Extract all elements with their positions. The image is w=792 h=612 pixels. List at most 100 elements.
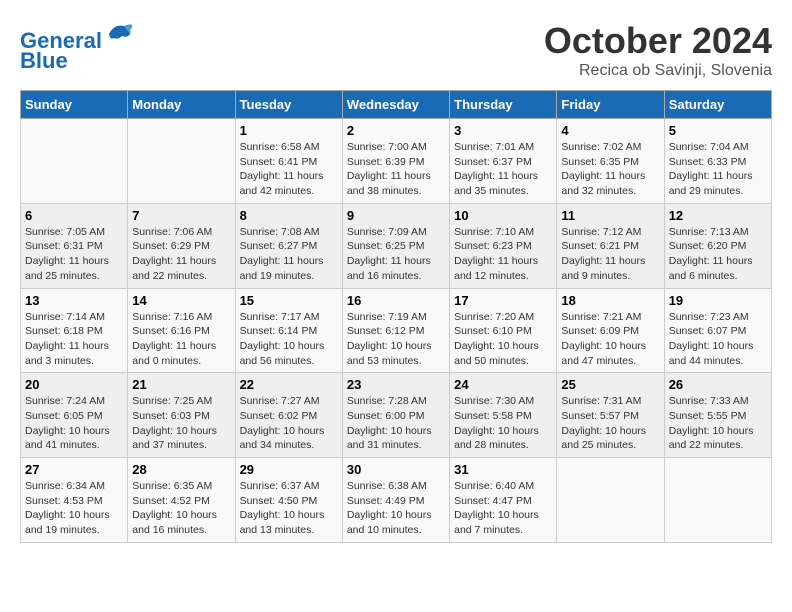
day-cell-10: 10 Sunrise: 7:10 AMSunset: 6:23 PMDayligh… xyxy=(450,203,557,288)
week-row-4: 20 Sunrise: 7:24 AMSunset: 6:05 PMDayligh… xyxy=(21,373,772,458)
day-number: 4 xyxy=(561,123,659,138)
logo-text: General Blue xyxy=(20,20,134,73)
weekday-header-saturday: Saturday xyxy=(664,91,771,119)
day-cell-27: 27Sunrise: 6:34 AMSunset: 4:53 PMDayligh… xyxy=(21,458,128,543)
empty-cell xyxy=(128,119,235,204)
logo: General Blue xyxy=(20,20,134,73)
day-number: 20 xyxy=(25,377,123,392)
day-info: Sunrise: 7:20 AMSunset: 6:10 PMDaylight:… xyxy=(454,310,552,369)
day-cell-30: 30 Sunrise: 6:38 AMSunset: 4:49 PMDayligh… xyxy=(342,458,449,543)
day-info: Sunrise: 7:17 AMSunset: 6:14 PMDaylight:… xyxy=(240,310,338,369)
day-number: 3 xyxy=(454,123,552,138)
day-cell-28: 28Sunrise: 6:35 AMSunset: 4:52 PMDayligh… xyxy=(128,458,235,543)
day-info: Sunrise: 7:12 AMSunset: 6:21 PMDaylight:… xyxy=(561,225,659,284)
day-cell-1: 1 Sunrise: 6:58 AMSunset: 6:41 PMDaylight… xyxy=(235,119,342,204)
weekday-header-monday: Monday xyxy=(128,91,235,119)
day-number: 11 xyxy=(561,208,659,223)
day-info: Sunrise: 7:31 AMSunset: 5:57 PMDaylight:… xyxy=(561,394,659,453)
day-number: 6 xyxy=(25,208,123,223)
day-info: Sunrise: 7:28 AMSunset: 6:00 PMDaylight:… xyxy=(347,394,445,453)
day-info: Sunrise: 6:58 AMSunset: 6:41 PMDaylight:… xyxy=(240,140,338,199)
day-cell-23: 23 Sunrise: 7:28 AMSunset: 6:00 PMDayligh… xyxy=(342,373,449,458)
day-number: 25 xyxy=(561,377,659,392)
day-number: 18 xyxy=(561,293,659,308)
day-cell-17: 17 Sunrise: 7:20 AMSunset: 6:10 PMDayligh… xyxy=(450,288,557,373)
day-number: 26 xyxy=(669,377,767,392)
day-info: Sunrise: 7:21 AMSunset: 6:09 PMDaylight:… xyxy=(561,310,659,369)
weekday-header-wednesday: Wednesday xyxy=(342,91,449,119)
day-info: Sunrise: 7:04 AMSunset: 6:33 PMDaylight:… xyxy=(669,140,767,199)
day-number: 24 xyxy=(454,377,552,392)
empty-cell xyxy=(21,119,128,204)
month-title: October 2024 xyxy=(544,20,772,62)
day-cell-20: 20 Sunrise: 7:24 AMSunset: 6:05 PMDayligh… xyxy=(21,373,128,458)
day-cell-13: 13Sunrise: 7:14 AMSunset: 6:18 PMDayligh… xyxy=(21,288,128,373)
day-cell-14: 14Sunrise: 7:16 AMSunset: 6:16 PMDayligh… xyxy=(128,288,235,373)
day-cell-12: 12Sunrise: 7:13 AMSunset: 6:20 PMDayligh… xyxy=(664,203,771,288)
day-info: Sunrise: 7:33 AMSunset: 5:55 PMDaylight:… xyxy=(669,394,767,453)
empty-cell xyxy=(557,458,664,543)
location-title: Recica ob Savinji, Slovenia xyxy=(544,62,772,80)
day-cell-7: 7Sunrise: 7:06 AMSunset: 6:29 PMDaylight… xyxy=(128,203,235,288)
title-block: October 2024 Recica ob Savinji, Slovenia xyxy=(544,20,772,80)
weekday-header-row: SundayMondayTuesdayWednesdayThursdayFrid… xyxy=(21,91,772,119)
day-info: Sunrise: 6:37 AMSunset: 4:50 PMDaylight:… xyxy=(240,479,338,538)
day-cell-15: 15Sunrise: 7:17 AMSunset: 6:14 PMDayligh… xyxy=(235,288,342,373)
week-row-5: 27Sunrise: 6:34 AMSunset: 4:53 PMDayligh… xyxy=(21,458,772,543)
day-cell-3: 3 Sunrise: 7:01 AMSunset: 6:37 PMDaylight… xyxy=(450,119,557,204)
day-cell-29: 29 Sunrise: 6:37 AMSunset: 4:50 PMDayligh… xyxy=(235,458,342,543)
day-info: Sunrise: 7:02 AMSunset: 6:35 PMDaylight:… xyxy=(561,140,659,199)
day-cell-2: 2 Sunrise: 7:00 AMSunset: 6:39 PMDaylight… xyxy=(342,119,449,204)
weekday-header-friday: Friday xyxy=(557,91,664,119)
day-number: 5 xyxy=(669,123,767,138)
week-row-1: 1 Sunrise: 6:58 AMSunset: 6:41 PMDaylight… xyxy=(21,119,772,204)
day-number: 13 xyxy=(25,293,123,308)
day-cell-4: 4 Sunrise: 7:02 AMSunset: 6:35 PMDaylight… xyxy=(557,119,664,204)
day-number: 29 xyxy=(240,462,338,477)
day-number: 30 xyxy=(347,462,445,477)
day-cell-19: 19 Sunrise: 7:23 AMSunset: 6:07 PMDayligh… xyxy=(664,288,771,373)
day-number: 22 xyxy=(240,377,338,392)
day-info: Sunrise: 7:10 AMSunset: 6:23 PMDaylight:… xyxy=(454,225,552,284)
day-info: Sunrise: 7:24 AMSunset: 6:05 PMDaylight:… xyxy=(25,394,123,453)
day-cell-25: 25 Sunrise: 7:31 AMSunset: 5:57 PMDayligh… xyxy=(557,373,664,458)
day-info: Sunrise: 7:25 AMSunset: 6:03 PMDaylight:… xyxy=(132,394,230,453)
day-info: Sunrise: 7:23 AMSunset: 6:07 PMDaylight:… xyxy=(669,310,767,369)
day-number: 19 xyxy=(669,293,767,308)
day-cell-16: 16 Sunrise: 7:19 AMSunset: 6:12 PMDayligh… xyxy=(342,288,449,373)
day-cell-9: 9 Sunrise: 7:09 AMSunset: 6:25 PMDaylight… xyxy=(342,203,449,288)
day-cell-21: 21Sunrise: 7:25 AMSunset: 6:03 PMDayligh… xyxy=(128,373,235,458)
day-number: 16 xyxy=(347,293,445,308)
day-info: Sunrise: 6:40 AMSunset: 4:47 PMDaylight:… xyxy=(454,479,552,538)
day-cell-31: 31Sunrise: 6:40 AMSunset: 4:47 PMDayligh… xyxy=(450,458,557,543)
day-cell-24: 24Sunrise: 7:30 AMSunset: 5:58 PMDayligh… xyxy=(450,373,557,458)
day-info: Sunrise: 7:16 AMSunset: 6:16 PMDaylight:… xyxy=(132,310,230,369)
week-row-3: 13Sunrise: 7:14 AMSunset: 6:18 PMDayligh… xyxy=(21,288,772,373)
day-cell-5: 5 Sunrise: 7:04 AMSunset: 6:33 PMDaylight… xyxy=(664,119,771,204)
day-number: 9 xyxy=(347,208,445,223)
day-cell-22: 22Sunrise: 7:27 AMSunset: 6:02 PMDayligh… xyxy=(235,373,342,458)
calendar-table: SundayMondayTuesdayWednesdayThursdayFrid… xyxy=(20,90,772,543)
day-number: 17 xyxy=(454,293,552,308)
weekday-header-thursday: Thursday xyxy=(450,91,557,119)
weekday-header-tuesday: Tuesday xyxy=(235,91,342,119)
day-info: Sunrise: 7:01 AMSunset: 6:37 PMDaylight:… xyxy=(454,140,552,199)
day-info: Sunrise: 6:38 AMSunset: 4:49 PMDaylight:… xyxy=(347,479,445,538)
page-header: General Blue October 2024 Recica ob Savi… xyxy=(20,20,772,80)
day-number: 8 xyxy=(240,208,338,223)
day-number: 10 xyxy=(454,208,552,223)
empty-cell xyxy=(664,458,771,543)
day-number: 2 xyxy=(347,123,445,138)
day-number: 23 xyxy=(347,377,445,392)
day-info: Sunrise: 7:06 AMSunset: 6:29 PMDaylight:… xyxy=(132,225,230,284)
day-info: Sunrise: 7:19 AMSunset: 6:12 PMDaylight:… xyxy=(347,310,445,369)
day-number: 1 xyxy=(240,123,338,138)
week-row-2: 6Sunrise: 7:05 AMSunset: 6:31 PMDaylight… xyxy=(21,203,772,288)
day-number: 28 xyxy=(132,462,230,477)
day-cell-18: 18 Sunrise: 7:21 AMSunset: 6:09 PMDayligh… xyxy=(557,288,664,373)
day-number: 27 xyxy=(25,462,123,477)
day-cell-11: 11 Sunrise: 7:12 AMSunset: 6:21 PMDayligh… xyxy=(557,203,664,288)
day-info: Sunrise: 7:00 AMSunset: 6:39 PMDaylight:… xyxy=(347,140,445,199)
weekday-header-sunday: Sunday xyxy=(21,91,128,119)
day-info: Sunrise: 7:09 AMSunset: 6:25 PMDaylight:… xyxy=(347,225,445,284)
